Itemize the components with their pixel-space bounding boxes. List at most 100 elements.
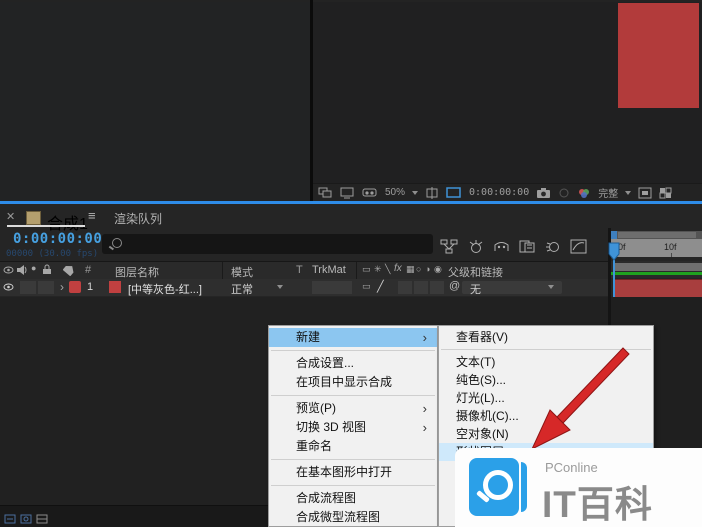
layer-label-color[interactable]: [69, 281, 81, 293]
column-divider[interactable]: [222, 262, 223, 279]
menu-separator: [271, 350, 435, 351]
menu-separator: [441, 349, 651, 350]
layer-shy-icon[interactable]: ▭: [362, 281, 371, 292]
layer-row[interactable]: › 1 [中等灰色-红...] 正常 ▭ ╱ @ 无: [0, 279, 608, 296]
menu-item-open-in-essential-graphics[interactable]: 在基本图形中打开: [269, 463, 437, 482]
resolution-select[interactable]: 完整: [598, 185, 618, 200]
column-divider-2[interactable]: [356, 262, 357, 279]
graph-editor-icon[interactable]: [570, 239, 587, 254]
switch-cell-3[interactable]: [430, 281, 444, 294]
expand-transfer-controls-icon[interactable]: [20, 514, 32, 524]
magnification-select[interactable]: 50%: [385, 187, 405, 198]
expand-layer-icon[interactable]: ›: [60, 280, 64, 294]
channels-icon[interactable]: [577, 187, 591, 199]
time-navigator-bar[interactable]: [613, 263, 702, 271]
switch-cell-2[interactable]: [414, 281, 428, 294]
menu-item-switch-3d-view[interactable]: 切换 3D 视图 ›: [269, 418, 437, 437]
mode-chevron-icon[interactable]: [277, 285, 283, 289]
ruler-tick-10f: 10f: [664, 242, 677, 252]
current-time-display[interactable]: 0:00:00:00: [13, 231, 102, 247]
menu-separator: [271, 459, 435, 460]
viewer-preview-time[interactable]: 0:00:00:00: [469, 187, 529, 198]
submenu-arrow-icon: ›: [422, 330, 427, 345]
video-column-icon: [3, 265, 14, 275]
layer-visibility-icon[interactable]: [3, 282, 14, 292]
menu-item-new[interactable]: 新建 ›: [269, 328, 437, 347]
frame-blend-column-icon: ▦: [406, 264, 415, 274]
mini-flowchart-icon[interactable]: [440, 239, 458, 254]
layer-name[interactable]: [中等灰色-红...]: [128, 281, 202, 297]
layer-index: 1: [87, 281, 94, 293]
shy-column-icon: ▭: [362, 264, 371, 274]
playhead-icon[interactable]: [606, 242, 622, 262]
resolution-chevron-icon[interactable]: [625, 190, 632, 195]
snapshot-camera-icon[interactable]: [536, 187, 551, 199]
watermark-title: IT百科: [542, 484, 653, 525]
parent-chevron-icon[interactable]: [548, 285, 554, 289]
watermark-logo: [469, 458, 519, 516]
parent-link-column-header[interactable]: 父级和链接: [448, 264, 503, 280]
layer-mode-select[interactable]: 正常: [231, 281, 253, 297]
menu-item-rename[interactable]: 重命名: [269, 437, 437, 456]
transparency-grid-icon[interactable]: [659, 187, 672, 199]
region-of-interest-icon[interactable]: [446, 186, 462, 199]
ruler-tick-mark: [671, 253, 672, 257]
track-header-area: [611, 261, 702, 278]
menu-item-composition-mini-flowchart[interactable]: 合成微型流程图: [269, 508, 437, 527]
t-column-header[interactable]: T: [296, 264, 303, 276]
composition-icon: [26, 211, 41, 225]
menu-item-composition-flowchart[interactable]: 合成流程图: [269, 489, 437, 508]
left-viewer-panel: [0, 2, 310, 201]
menu-item-reveal-in-project[interactable]: 在项目中显示合成: [269, 373, 437, 392]
submenu-item-null-object[interactable]: 空对象(N): [439, 425, 653, 443]
layer-name-column-header[interactable]: 图层名称: [115, 264, 159, 280]
tab-render-queue[interactable]: 渲染队列: [114, 210, 162, 227]
search-input[interactable]: [102, 234, 433, 254]
parent-select-value[interactable]: 无: [470, 281, 481, 297]
expand-in-out-icon[interactable]: [36, 514, 48, 524]
submenu-arrow-icon: ›: [422, 401, 427, 416]
show-snapshot-icon[interactable]: [558, 187, 570, 199]
menu-item-preview[interactable]: 预览(P) ›: [269, 399, 437, 418]
label-column-icon: [63, 264, 75, 276]
trkmat-cell[interactable]: [312, 281, 352, 294]
hide-shy-layers-icon[interactable]: [493, 239, 510, 254]
context-menu: 新建 › 合成设置... 在项目中显示合成 预览(P) › 切换 3D 视图 › 重命…: [268, 325, 438, 527]
submenu-item-solid[interactable]: 纯色(S)...: [439, 371, 653, 389]
red-solid-layer-preview[interactable]: [618, 3, 699, 108]
trkmat-column-header[interactable]: TrkMat: [312, 264, 346, 276]
pick-whip-icon[interactable]: @: [449, 280, 460, 292]
submenu-item-light[interactable]: 灯光(L)...: [439, 389, 653, 407]
layer-quality-icon[interactable]: ╱: [377, 280, 384, 293]
screen-icon[interactable]: [340, 187, 355, 199]
layer-duration-bar[interactable]: [614, 279, 702, 297]
multi-window-icon[interactable]: [318, 187, 333, 199]
draft-3d-icon[interactable]: [467, 239, 484, 254]
vr-goggles-icon[interactable]: [362, 187, 378, 199]
frame-blend-icon[interactable]: [519, 239, 536, 254]
motion-blur-icon[interactable]: [545, 239, 561, 254]
submenu-item-camera[interactable]: 摄像机(C)...: [439, 407, 653, 425]
submenu-item-text[interactable]: 文本(T): [439, 353, 653, 371]
close-tab-icon[interactable]: ✕: [6, 210, 15, 223]
mode-column-header[interactable]: 模式: [231, 264, 253, 280]
switch-cell-1[interactable]: [398, 281, 412, 294]
work-area-bar[interactable]: [611, 231, 702, 239]
magnification-chevron-icon[interactable]: [412, 190, 419, 195]
grid-guides-icon[interactable]: [425, 186, 439, 199]
audio-column-icon: [16, 265, 28, 275]
target-region-icon[interactable]: [638, 187, 652, 199]
watermark: PConline IT百科: [455, 448, 702, 527]
motion-blur-column-icon: ○: [416, 264, 422, 274]
menu-separator: [271, 395, 435, 396]
work-area-start-handle[interactable]: [611, 231, 617, 239]
audio-cell[interactable]: [20, 281, 36, 294]
menu-item-composition-settings[interactable]: 合成设置...: [269, 354, 437, 373]
quality-column-icon: ╲: [385, 264, 391, 274]
expand-layer-switches-icon[interactable]: [4, 514, 16, 524]
lock-cell[interactable]: [38, 281, 54, 294]
work-area-inner: [618, 232, 696, 238]
time-ruler[interactable]: 0f 10f: [611, 239, 702, 257]
submenu-item-viewer[interactable]: 查看器(V): [439, 328, 653, 346]
panel-menu-icon[interactable]: ≡: [88, 208, 96, 223]
